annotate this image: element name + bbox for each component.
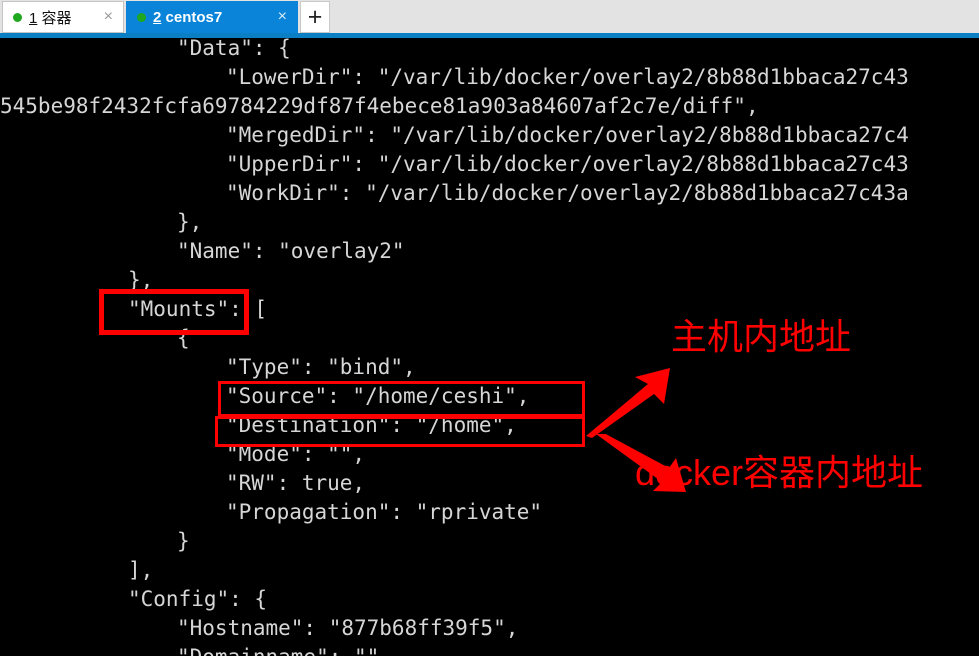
tab-container-title: 容器 xyxy=(41,9,72,27)
close-icon[interactable]: × xyxy=(100,9,117,25)
tab-centos7[interactable]: 2 centos7 × xyxy=(126,1,298,33)
terminal-line: "Type": "bind", xyxy=(226,355,416,379)
terminal-line: "MergedDir": "/var/lib/docker/overlay2/8… xyxy=(226,123,909,147)
annotation-container-path-label: docker容器内地址 xyxy=(635,452,924,493)
terminal-line: "Hostname": "877b68ff39f5", xyxy=(177,616,519,640)
tab-container[interactable]: 1 容器 × xyxy=(2,1,124,33)
terminal-window: 1 容器 × 2 centos7 × + "Data": { "LowerDir"… xyxy=(0,0,979,656)
terminal-line: "Domainname": "", xyxy=(177,643,392,656)
terminal-line: "RW": true, xyxy=(226,471,366,495)
arrow-to-source-icon xyxy=(586,368,670,438)
terminal-line: "Data": { xyxy=(177,38,291,60)
highlight-box-source xyxy=(218,381,585,417)
annotation-host-path-label: 主机内地址 xyxy=(671,316,852,357)
terminal-line: ], xyxy=(128,558,154,582)
highlight-box-destination xyxy=(215,416,585,447)
terminal-line: } xyxy=(177,529,190,553)
tab-centos7-title: centos7 xyxy=(165,8,223,26)
terminal-line: "Config": { xyxy=(128,587,268,611)
tab-status-dot-icon xyxy=(137,12,146,22)
terminal-line: "WorkDir": "/var/lib/docker/overlay2/8b8… xyxy=(226,181,909,205)
highlight-box-mounts xyxy=(99,289,249,335)
terminal-line: "Propagation": "rprivate" xyxy=(226,500,543,524)
terminal-line: "Name": "overlay2" xyxy=(177,239,405,263)
terminal-line: "UpperDir": "/var/lib/docker/overlay2/8b… xyxy=(226,152,909,176)
close-icon[interactable]: × xyxy=(274,9,291,25)
terminal-output[interactable]: "Data": { "LowerDir": "/var/lib/docker/ov… xyxy=(0,38,979,656)
plus-icon: + xyxy=(307,2,323,31)
tab-bar: 1 容器 × 2 centos7 × + xyxy=(0,0,979,38)
tab-centos7-label: 2 centos7 xyxy=(153,9,274,26)
terminal-line: }, xyxy=(177,210,203,234)
terminal-line: 545be98f2432fcfa69784229df87f4ebece81a90… xyxy=(0,94,759,118)
tab-container-label: 1 容器 xyxy=(29,7,100,28)
new-tab-button[interactable]: + xyxy=(300,1,330,33)
tab-container-index: 1 xyxy=(29,9,38,27)
tab-centos7-index: 2 xyxy=(153,8,162,26)
tab-status-dot-icon xyxy=(13,12,22,22)
terminal-line: "LowerDir": "/var/lib/docker/overlay2/8b… xyxy=(226,65,909,89)
